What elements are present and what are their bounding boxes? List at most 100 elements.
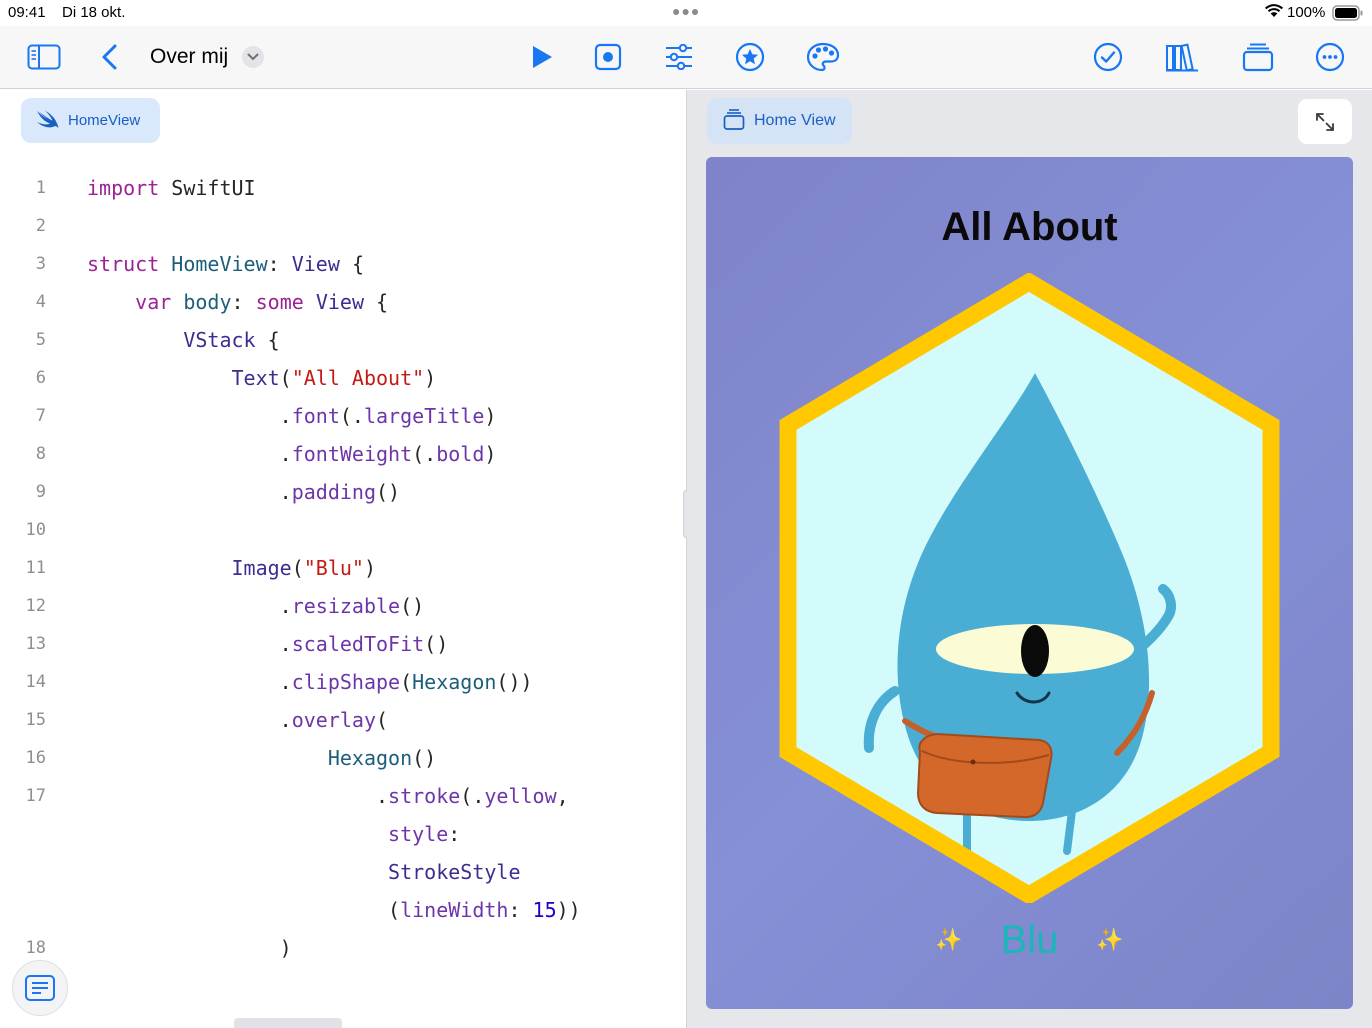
code-token: VStack [183,328,256,352]
checkmark-icon[interactable] [1090,40,1126,74]
view-tab-home-view[interactable]: Home View [707,98,852,144]
documentation-button[interactable] [12,960,68,1016]
code-line[interactable]: 9 .padding() [0,478,686,516]
code-token: Hexagon [412,670,497,694]
palette-icon[interactable] [805,40,841,74]
code-line[interactable]: 15 .overlay( [0,706,686,744]
code-token: View [315,290,364,314]
code-token: yellow [484,784,557,808]
code-token: import [87,176,160,200]
code-token: { [376,290,389,314]
line-number: 12 [25,596,46,616]
code-token: StrokeStyle [388,860,521,884]
code-line[interactable]: 12 .resizable() [0,592,686,630]
name-row: ✨ Blu ✨ [706,915,1353,965]
code-token: : [267,252,280,276]
code-line[interactable]: 14 .clipShape(Hexagon()) [0,668,686,706]
file-tab-label: HomeView [68,112,141,129]
view-tab-label: Home View [754,112,836,129]
code-token: lineWidth [400,898,509,922]
bag-button [970,759,976,765]
line-number: 10 [25,520,46,540]
character-bag [916,732,1053,819]
code-token: resizable [291,594,401,618]
code-token: View [291,252,340,276]
toolbar: Over mij [0,26,1372,89]
code-token: struct [87,252,160,276]
line-number: 5 [35,330,46,350]
code-token: "Blu" [303,556,364,580]
wifi-icon [1264,4,1284,22]
preview-card[interactable]: All About ✨ Blu ✨ [706,157,1353,1009]
blu-hexagon-image [779,273,1280,903]
line-number: 4 [35,292,46,312]
code-token: clipShape [291,670,401,694]
code-line[interactable]: 17 .stroke(.yellow, [0,782,686,820]
swift-icon [36,109,60,133]
code-token: body [183,290,232,314]
code-token: scaledToFit [291,632,425,656]
code-token: "All About" [291,366,425,390]
sparkles-icon: ✨ [935,927,963,952]
line-number: 14 [25,672,46,692]
line-number: 13 [25,634,46,654]
title-menu-chevron-down-icon[interactable] [242,46,264,68]
line-number: 16 [25,748,46,768]
code-token: bold [436,442,485,466]
more-icon[interactable] [1312,40,1348,74]
code-token: : [231,290,244,314]
sliders-icon[interactable] [661,40,697,74]
status-bar: 09:41 Di 18 okt. ●●● 100% [0,0,1372,26]
code-line[interactable]: StrokeStyle [0,858,686,896]
code-token: Text [231,366,280,390]
star-icon[interactable] [732,40,768,74]
status-date: Di 18 okt. [62,4,126,21]
code-token: HomeView [171,252,268,276]
code-line[interactable]: (lineWidth: 15)) [0,896,686,934]
code-line[interactable]: 18 ) [0,934,686,972]
code-completion-chip [234,1018,342,1028]
line-number: 18 [25,938,46,958]
code-line[interactable]: 11 Image("Blu") [0,554,686,592]
code-token: stroke [388,784,461,808]
code-line[interactable]: 8 .fontWeight(.bold) [0,440,686,478]
play-icon[interactable] [524,40,560,74]
code-line[interactable]: 6 Text("All About") [0,364,686,402]
code-token: padding [291,480,376,504]
code-line[interactable]: 7 .font(.largeTitle) [0,402,686,440]
code-line[interactable]: 2 [0,212,686,250]
file-tab-homeview[interactable]: HomeView [21,98,160,143]
code-token: Hexagon [327,746,413,770]
battery-percentage: 100% [1287,4,1326,21]
card-title: All About [941,205,1118,249]
preview-pane: Home View All About ✨ Blu ✨ [687,90,1372,1028]
line-number: 15 [25,710,46,730]
code-line[interactable]: style: [0,820,686,858]
library-icon[interactable] [1164,40,1200,74]
code-editor[interactable]: HomeView 1 import SwiftUI 2 3 struct HomeV… [0,90,686,1028]
expand-arrows-icon [1316,112,1334,131]
code-token: var [135,290,172,314]
window-stack-icon[interactable] [1240,40,1276,74]
expand-preview-button[interactable] [1298,99,1352,144]
line-number: 8 [35,444,46,464]
back-chevron-icon[interactable] [92,40,128,74]
code-line[interactable]: 13 .scaledToFit() [0,630,686,668]
line-number: 1 [35,178,46,198]
code-line[interactable]: 1 import SwiftUI [0,174,686,212]
code-token: SwiftUI [171,176,256,200]
line-number: 7 [35,406,46,426]
sparkles-icon: ✨ [1096,927,1124,952]
code-line[interactable]: 16 Hexagon() [0,744,686,782]
battery-icon [1332,5,1364,25]
line-number: 6 [35,368,46,388]
code-line[interactable]: 4 var body: some View { [0,288,686,326]
code-token: 15 [532,898,557,922]
code-line[interactable]: 3 struct HomeView: View { [0,250,686,288]
document-title[interactable]: Over mij [150,45,228,69]
code-line[interactable]: 10 [0,516,686,554]
multitasking-dots-icon[interactable]: ●●● [672,3,700,19]
sidebar-icon[interactable] [26,40,62,74]
record-icon[interactable] [590,40,626,74]
code-line[interactable]: 5 VStack { [0,326,686,364]
